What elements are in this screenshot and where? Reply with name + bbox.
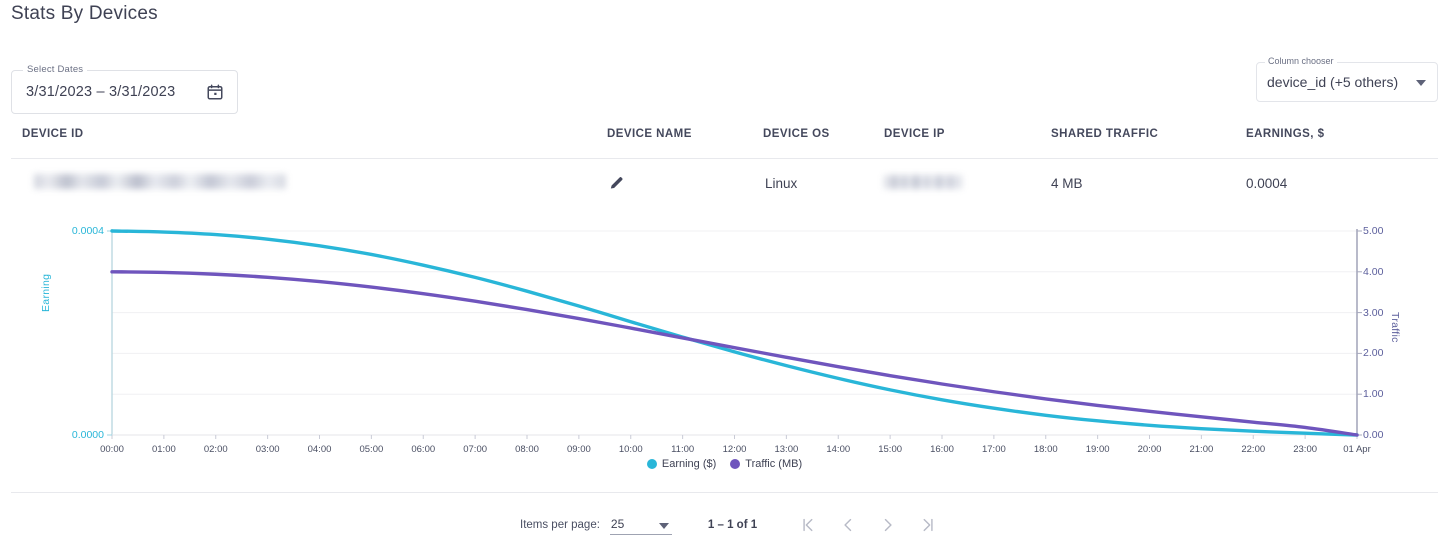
chart-x-tick-2: 02:00 <box>188 444 244 455</box>
chart-x-tick-20: 20:00 <box>1122 444 1178 455</box>
column-chooser-value: device_id (+5 others) <box>1267 74 1398 90</box>
column-header-device-id[interactable]: DEVICE ID <box>22 128 84 140</box>
page-title: Stats By Devices <box>11 3 158 25</box>
chart-y-axis-left-title: Earning <box>40 274 52 312</box>
items-per-page-select[interactable]: 25 <box>610 515 672 535</box>
last-page-button[interactable] <box>915 512 941 538</box>
table-header-divider <box>11 158 1438 159</box>
chart-canvas <box>0 212 1449 452</box>
column-header-device-name[interactable]: DEVICE NAME <box>607 128 692 140</box>
stats-chart: Earning Traffic Earning ($) Traffic (MB)… <box>0 212 1449 487</box>
chart-x-tick-7: 07:00 <box>447 444 503 455</box>
chart-y-right-tick-0: 0.00 <box>1363 429 1383 441</box>
chart-y-axis-right-title: Traffic <box>1389 312 1401 343</box>
items-per-page-label: Items per page: <box>520 519 600 531</box>
legend-label-traffic: Traffic (MB) <box>745 458 802 470</box>
chart-y-right-tick-1: 1.00 <box>1363 388 1383 400</box>
chart-x-tick-4: 04:00 <box>292 444 348 455</box>
paginator: Items per page: 25 1 – 1 of 1 <box>520 510 941 540</box>
chart-y-right-tick-5: 5.00 <box>1363 225 1383 237</box>
chevron-down-icon <box>659 523 669 529</box>
chart-legend: Earning ($) Traffic (MB) <box>0 458 1449 470</box>
footer-divider <box>11 492 1438 493</box>
chart-y-left-tick-1: 0.0000 <box>56 429 104 441</box>
chart-x-tick-8: 08:00 <box>499 444 555 455</box>
chart-y-right-tick-3: 3.00 <box>1363 307 1383 319</box>
items-per-page-value: 25 <box>611 517 624 531</box>
column-header-earnings[interactable]: EARNINGS, $ <box>1246 128 1324 140</box>
chart-x-tick-3: 03:00 <box>240 444 296 455</box>
column-header-device-ip[interactable]: DEVICE IP <box>884 128 945 140</box>
column-chooser-select[interactable]: Column chooser device_id (+5 others) <box>1256 62 1438 102</box>
chart-x-tick-0: 00:00 <box>84 444 140 455</box>
chart-y-left-tick-0: 0.0004 <box>56 225 104 237</box>
column-header-shared-traffic[interactable]: SHARED TRAFFIC <box>1051 128 1158 140</box>
pencil-edit-icon[interactable] <box>608 174 625 196</box>
legend-item-earning[interactable]: Earning ($) <box>647 458 716 470</box>
chart-y-right-tick-4: 4.00 <box>1363 266 1383 278</box>
chart-x-tick-24: 01 Apr <box>1329 444 1385 455</box>
chart-x-tick-10: 10:00 <box>603 444 659 455</box>
legend-item-traffic[interactable]: Traffic (MB) <box>730 458 802 470</box>
pagination-range-label: 1 – 1 of 1 <box>708 519 757 531</box>
calendar-icon[interactable] <box>206 83 224 101</box>
chart-x-tick-6: 06:00 <box>395 444 451 455</box>
table-header: DEVICE ID DEVICE NAME DEVICE OS DEVICE I… <box>0 122 1449 157</box>
chart-x-tick-5: 05:00 <box>343 444 399 455</box>
chart-x-tick-13: 13:00 <box>758 444 814 455</box>
device-id-value-redacted <box>34 174 286 189</box>
chart-x-tick-1: 01:00 <box>136 444 192 455</box>
chart-x-tick-14: 14:00 <box>810 444 866 455</box>
device-ip-value-redacted <box>884 175 962 189</box>
device-os-value: Linux <box>765 176 797 191</box>
chart-x-tick-22: 22:00 <box>1225 444 1281 455</box>
column-header-device-os[interactable]: DEVICE OS <box>763 128 830 140</box>
chart-x-tick-18: 18:00 <box>1018 444 1074 455</box>
chart-x-tick-23: 23:00 <box>1277 444 1333 455</box>
legend-dot-traffic <box>730 459 740 469</box>
next-page-button[interactable] <box>875 512 901 538</box>
chart-x-tick-17: 17:00 <box>966 444 1022 455</box>
chart-x-tick-16: 16:00 <box>914 444 970 455</box>
column-chooser-label: Column chooser <box>1265 56 1337 66</box>
legend-label-earning: Earning ($) <box>662 458 716 470</box>
chart-x-tick-19: 19:00 <box>1070 444 1126 455</box>
select-dates-value: 3/31/2023 – 3/31/2023 <box>26 84 175 100</box>
previous-page-button[interactable] <box>835 512 861 538</box>
first-page-button[interactable] <box>795 512 821 538</box>
select-dates-field[interactable]: Select Dates 3/31/2023 – 3/31/2023 <box>11 70 238 114</box>
earnings-value: 0.0004 <box>1246 176 1287 191</box>
stats-by-devices-page: Stats By Devices Select Dates 3/31/2023 … <box>0 0 1449 556</box>
chevron-down-icon[interactable] <box>1416 80 1426 86</box>
chart-x-tick-11: 11:00 <box>655 444 711 455</box>
chart-x-tick-21: 21:00 <box>1173 444 1229 455</box>
chart-y-right-tick-2: 2.00 <box>1363 347 1383 359</box>
shared-traffic-value: 4 MB <box>1051 176 1083 191</box>
select-dates-label: Select Dates <box>23 64 87 75</box>
legend-dot-earning <box>647 459 657 469</box>
chart-x-tick-15: 15:00 <box>862 444 918 455</box>
chart-x-tick-12: 12:00 <box>707 444 763 455</box>
chart-x-tick-9: 09:00 <box>551 444 607 455</box>
